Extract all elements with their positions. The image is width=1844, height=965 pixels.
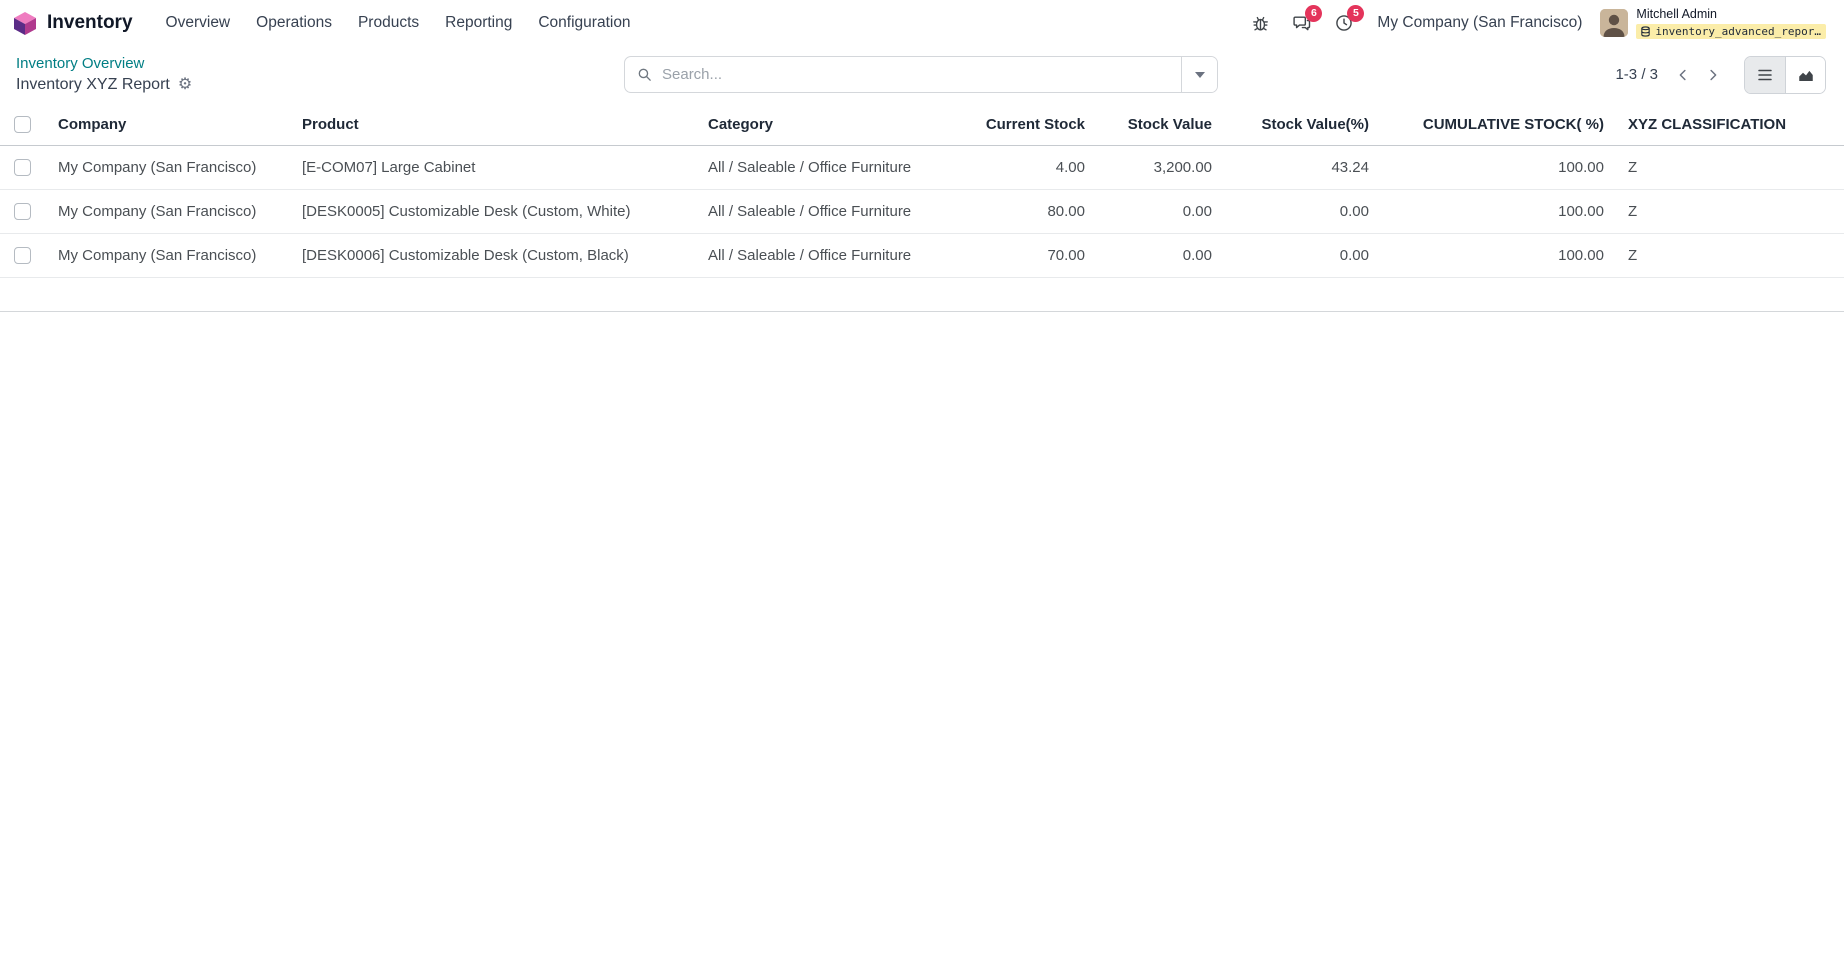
gear-icon[interactable]: ⚙: [178, 77, 192, 93]
view-switcher: [1744, 56, 1826, 94]
list-footer: [0, 278, 1844, 312]
cell-company[interactable]: My Company (San Francisco): [46, 233, 290, 277]
topbar-right: 6 5 My Company (San Francisco) Mitch: [1243, 6, 1830, 40]
row-checkbox[interactable]: [14, 203, 31, 220]
graph-view-button[interactable]: [1785, 57, 1825, 93]
menu-configuration[interactable]: Configuration: [525, 7, 643, 39]
bug-icon: [1251, 14, 1270, 33]
cell-category[interactable]: All / Saleable / Office Furniture: [696, 233, 966, 277]
debug-button[interactable]: [1243, 6, 1277, 40]
pager-area: 1-3 / 3: [1218, 56, 1826, 94]
cell-current-stock[interactable]: 4.00: [966, 145, 1097, 189]
column-header-category[interactable]: Category: [696, 105, 966, 145]
user-meta: Mitchell Admin inventory_advanced_repor…: [1636, 7, 1826, 38]
column-header-company[interactable]: Company: [46, 105, 290, 145]
cell-company[interactable]: My Company (San Francisco): [46, 145, 290, 189]
cell-stock-value[interactable]: 0.00: [1097, 233, 1224, 277]
pager-value[interactable]: 1-3 / 3: [1615, 66, 1658, 83]
column-header-product[interactable]: Product: [290, 105, 696, 145]
search-icon: [636, 66, 653, 83]
topbar: Inventory Overview Operations Products R…: [0, 0, 1844, 46]
menu-overview[interactable]: Overview: [153, 7, 244, 39]
page-title: Inventory XYZ Report: [16, 76, 170, 94]
search-options-toggle[interactable]: [1181, 57, 1217, 92]
pager-next-button[interactable]: [1698, 59, 1728, 91]
table-header-row: Company Product Category Current Stock S…: [0, 105, 1844, 145]
search-bar: [624, 56, 1218, 93]
cell-stock-value[interactable]: 0.00: [1097, 189, 1224, 233]
activities-badge: 5: [1347, 5, 1364, 22]
table-row[interactable]: My Company (San Francisco) [DESK0005] Cu…: [0, 189, 1844, 233]
column-header-stock-value-pct[interactable]: Stock Value(%): [1224, 105, 1381, 145]
column-header-cumulative-stock-pct[interactable]: CUMULATIVE STOCK( %): [1381, 105, 1616, 145]
messages-badge: 6: [1305, 5, 1322, 22]
company-switcher[interactable]: My Company (San Francisco): [1369, 14, 1592, 32]
cell-current-stock[interactable]: 80.00: [966, 189, 1097, 233]
menu-operations[interactable]: Operations: [243, 7, 345, 39]
app-switcher-button[interactable]: Inventory: [12, 10, 133, 36]
cell-xyz-classification[interactable]: Z: [1616, 233, 1844, 277]
breadcrumb: Inventory Overview Inventory XYZ Report …: [16, 55, 624, 94]
list-view-icon: [1756, 66, 1774, 84]
avatar: [1600, 9, 1628, 37]
main-nav: Overview Operations Products Reporting C…: [153, 7, 644, 39]
cell-stock-value-pct[interactable]: 0.00: [1224, 233, 1381, 277]
cell-cumulative-stock-pct[interactable]: 100.00: [1381, 145, 1616, 189]
table-row[interactable]: My Company (San Francisco) [DESK0006] Cu…: [0, 233, 1844, 277]
cell-stock-value-pct[interactable]: 43.24: [1224, 145, 1381, 189]
cell-cumulative-stock-pct[interactable]: 100.00: [1381, 189, 1616, 233]
user-name: Mitchell Admin: [1636, 7, 1717, 21]
cell-product[interactable]: [DESK0006] Customizable Desk (Custom, Bl…: [290, 233, 696, 277]
breadcrumb-link-inventory-overview[interactable]: Inventory Overview: [16, 55, 144, 72]
database-chip: inventory_advanced_repor…: [1636, 24, 1826, 39]
cell-xyz-classification[interactable]: Z: [1616, 189, 1844, 233]
activities-button[interactable]: 5: [1327, 6, 1361, 40]
column-header-stock-value[interactable]: Stock Value: [1097, 105, 1224, 145]
messages-button[interactable]: 6: [1285, 6, 1319, 40]
control-panel: Inventory Overview Inventory XYZ Report …: [0, 46, 1844, 105]
database-label: inventory_advanced_repor…: [1655, 25, 1821, 38]
cell-xyz-classification[interactable]: Z: [1616, 145, 1844, 189]
user-menu[interactable]: Mitchell Admin inventory_advanced_repor…: [1600, 7, 1830, 38]
search-input[interactable]: [662, 66, 1170, 83]
cell-category[interactable]: All / Saleable / Office Furniture: [696, 189, 966, 233]
column-header-current-stock[interactable]: Current Stock: [966, 105, 1097, 145]
cell-stock-value-pct[interactable]: 0.00: [1224, 189, 1381, 233]
database-icon: [1640, 26, 1651, 37]
list-view-button[interactable]: [1745, 57, 1785, 93]
row-checkbox[interactable]: [14, 159, 31, 176]
select-all-checkbox[interactable]: [14, 116, 31, 133]
cell-product[interactable]: [DESK0005] Customizable Desk (Custom, Wh…: [290, 189, 696, 233]
area-chart-icon: [1797, 66, 1815, 84]
column-header-xyz-classification[interactable]: XYZ CLASSIFICATION: [1616, 105, 1844, 145]
cell-product[interactable]: [E-COM07] Large Cabinet: [290, 145, 696, 189]
chevron-down-icon: [1195, 72, 1205, 78]
cell-cumulative-stock-pct[interactable]: 100.00: [1381, 233, 1616, 277]
menu-products[interactable]: Products: [345, 7, 432, 39]
pager-previous-button[interactable]: [1668, 59, 1698, 91]
row-checkbox[interactable]: [14, 247, 31, 264]
cell-current-stock[interactable]: 70.00: [966, 233, 1097, 277]
cell-stock-value[interactable]: 3,200.00: [1097, 145, 1224, 189]
app-name: Inventory: [47, 12, 133, 34]
cell-category[interactable]: All / Saleable / Office Furniture: [696, 145, 966, 189]
cell-company[interactable]: My Company (San Francisco): [46, 189, 290, 233]
menu-reporting[interactable]: Reporting: [432, 7, 525, 39]
report-table: Company Product Category Current Stock S…: [0, 105, 1844, 278]
inventory-app-icon: [12, 10, 38, 36]
table-row[interactable]: My Company (San Francisco) [E-COM07] Lar…: [0, 145, 1844, 189]
